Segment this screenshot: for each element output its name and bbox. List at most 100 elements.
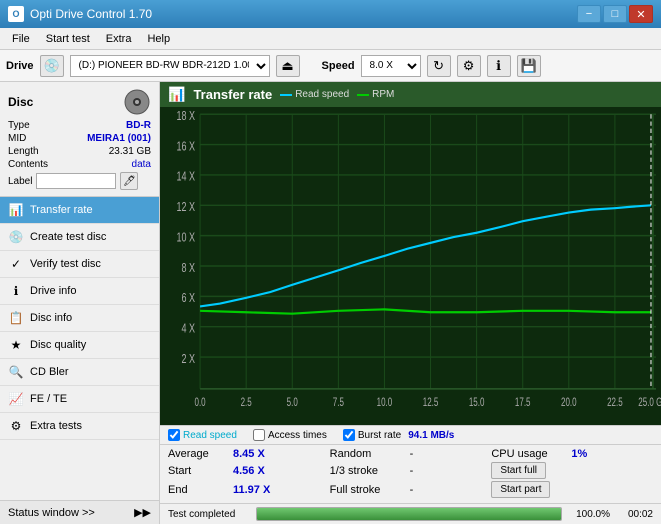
start-full-button[interactable]: Start full [491, 462, 546, 479]
nav-disc-info[interactable]: 📋 Disc info [0, 305, 159, 332]
nav-transfer-rate-label: Transfer rate [30, 204, 93, 216]
drive-icon-btn[interactable]: 💿 [40, 55, 64, 77]
svg-text:5.0: 5.0 [287, 397, 299, 410]
save-btn[interactable]: 💾 [517, 55, 541, 77]
chart-title: Transfer rate [193, 87, 272, 102]
disc-mid-value: MEIRA1 (001) [87, 133, 151, 144]
fe-te-icon: 📈 [8, 391, 24, 407]
svg-text:14 X: 14 X [177, 170, 196, 184]
random-value: - [410, 448, 440, 460]
close-button[interactable]: ✕ [629, 5, 653, 23]
start-value: 4.56 X [233, 465, 283, 477]
disc-title: Disc [8, 95, 33, 109]
titlebar: O Opti Drive Control 1.70 − □ ✕ [0, 0, 661, 28]
menu-extra[interactable]: Extra [98, 31, 140, 47]
stat-start-full-group: Start full [491, 462, 653, 479]
stroke13-value: - [410, 465, 440, 477]
nav-create-test-disc[interactable]: 💿 Create test disc [0, 224, 159, 251]
disc-mid-label: MID [8, 133, 26, 144]
disc-contents-value: data [132, 159, 151, 170]
svg-text:15.0: 15.0 [469, 397, 485, 410]
read-speed-checkbox[interactable] [168, 429, 180, 441]
disc-label-row: Label 🖊 [8, 172, 151, 190]
minimize-button[interactable]: − [577, 5, 601, 23]
disc-length-row: Length 23.31 GB [8, 146, 151, 157]
chart-area: 18 X 16 X 14 X 12 X 10 X 8 X 6 X 4 X 2 X… [160, 107, 661, 425]
nav-verify-test-disc[interactable]: ✓ Verify test disc [0, 251, 159, 278]
access-times-checkbox-label: Access times [268, 430, 327, 441]
toolbar: Drive 💿 (D:) PIONEER BD-RW BDR-212D 1.00… [0, 50, 661, 82]
disc-contents-label: Contents [8, 159, 48, 170]
cpu-value: 1% [571, 448, 587, 460]
burst-rate-checkbox[interactable] [343, 429, 355, 441]
nav-disc-quality[interactable]: ★ Disc quality [0, 332, 159, 359]
svg-text:0.0: 0.0 [195, 397, 207, 410]
menu-help[interactable]: Help [139, 31, 178, 47]
read-speed-checkbox-label: Read speed [183, 430, 237, 441]
create-test-disc-icon: 💿 [8, 229, 24, 245]
stat-stroke13: 1/3 stroke - [330, 462, 492, 479]
disc-length-value: 23.31 GB [109, 146, 151, 157]
eject-btn[interactable]: ⏏ [276, 55, 300, 77]
full-stroke-label: Full stroke [330, 484, 410, 496]
nav-drive-info-label: Drive info [30, 285, 76, 297]
svg-text:10.0: 10.0 [377, 397, 393, 410]
random-label: Random [330, 448, 410, 460]
stat-full-stroke: Full stroke - [330, 481, 492, 498]
legend-read-speed-line [280, 94, 292, 96]
disc-label-input[interactable] [36, 173, 116, 189]
disc-quality-icon: ★ [8, 337, 24, 353]
progress-bar-fill [257, 508, 561, 520]
status-window-label: Status window >> [8, 507, 95, 519]
menu-file[interactable]: File [4, 31, 38, 47]
progress-time-label: 00:02 [618, 509, 653, 520]
checkbox-access-times: Access times [253, 429, 327, 441]
stats-row-2: Start 4.56 X 1/3 stroke - Start full [168, 462, 653, 479]
svg-text:2 X: 2 X [182, 352, 196, 366]
svg-text:4 X: 4 X [182, 322, 196, 336]
maximize-button[interactable]: □ [603, 5, 627, 23]
verify-test-disc-icon: ✓ [8, 256, 24, 272]
nav-fe-te[interactable]: 📈 FE / TE [0, 386, 159, 413]
nav-disc-quality-label: Disc quality [30, 339, 86, 351]
status-window-button[interactable]: Status window >> ▶▶ [0, 500, 159, 524]
svg-text:12 X: 12 X [177, 201, 196, 215]
start-part-button[interactable]: Start part [491, 481, 550, 498]
svg-text:20.0: 20.0 [561, 397, 577, 410]
drive-select[interactable]: (D:) PIONEER BD-RW BDR-212D 1.00 [70, 55, 270, 77]
main: Disc Type BD-R MID MEIRA1 (001) Length [0, 82, 661, 524]
stat-start: Start 4.56 X [168, 462, 330, 479]
disc-label-button[interactable]: 🖊 [120, 172, 138, 190]
disc-length-label: Length [8, 146, 39, 157]
checkbox-burst-rate: Burst rate 94.1 MB/s [343, 429, 455, 441]
drive-label: Drive [6, 60, 34, 72]
drive-info-icon: ℹ [8, 283, 24, 299]
stat-average: Average 8.45 X [168, 448, 330, 460]
speed-select[interactable]: 8.0 X [361, 55, 421, 77]
disc-icon [123, 88, 151, 116]
menu-start-test[interactable]: Start test [38, 31, 98, 47]
stat-random: Random - [330, 448, 492, 460]
access-times-checkbox[interactable] [253, 429, 265, 441]
nav-drive-info[interactable]: ℹ Drive info [0, 278, 159, 305]
disc-info-icon: 📋 [8, 310, 24, 326]
svg-text:10 X: 10 X [177, 231, 196, 245]
disc-section: Disc Type BD-R MID MEIRA1 (001) Length [0, 82, 159, 197]
titlebar-left: O Opti Drive Control 1.70 [8, 6, 152, 22]
legend-read-speed: Read speed [280, 89, 349, 100]
svg-text:18 X: 18 X [177, 110, 196, 124]
refresh-btn[interactable]: ↻ [427, 55, 451, 77]
legend-read-speed-label: Read speed [295, 89, 349, 100]
progress-bar-container [256, 507, 562, 521]
nav-create-test-disc-label: Create test disc [30, 231, 106, 243]
titlebar-title: Opti Drive Control 1.70 [30, 7, 152, 21]
transfer-rate-icon: 📊 [8, 202, 24, 218]
nav-cd-bler[interactable]: 🔍 CD Bler [0, 359, 159, 386]
info-btn[interactable]: ℹ [487, 55, 511, 77]
settings-btn[interactable]: ⚙ [457, 55, 481, 77]
progress-percent-label: 100.0% [570, 509, 610, 520]
svg-text:17.5: 17.5 [515, 397, 531, 410]
nav-transfer-rate[interactable]: 📊 Transfer rate [0, 197, 159, 224]
nav-extra-tests[interactable]: ⚙ Extra tests [0, 413, 159, 440]
disc-type-label: Type [8, 120, 30, 131]
